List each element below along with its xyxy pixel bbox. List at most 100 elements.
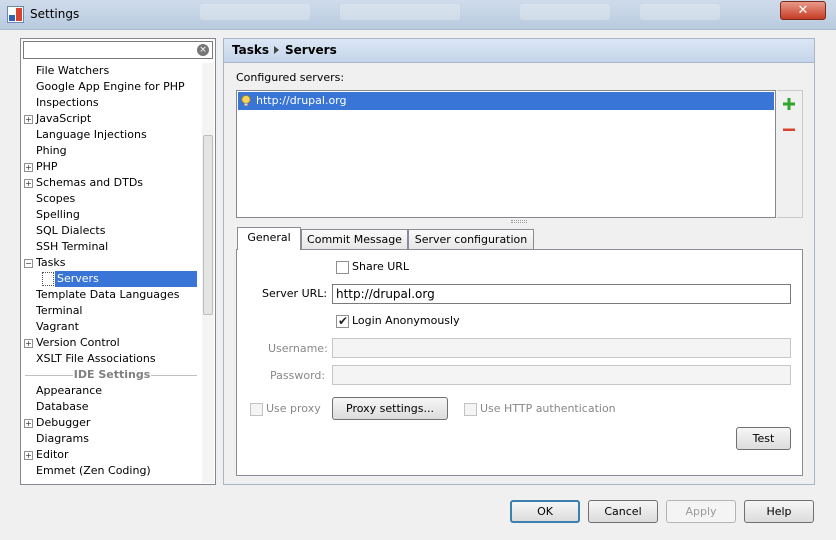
tree-item-label: Emmet (Zen Coding) bbox=[36, 464, 151, 477]
add-server-icon[interactable] bbox=[782, 97, 796, 111]
tree-item-sql-dialects[interactable]: SQL Dialects bbox=[21, 223, 203, 239]
tree-item-diagrams[interactable]: Diagrams bbox=[21, 431, 203, 447]
cancel-button[interactable]: Cancel bbox=[588, 500, 658, 523]
tree-item-servers[interactable]: Servers bbox=[21, 271, 203, 287]
tree-item-spelling[interactable]: Spelling bbox=[21, 207, 203, 223]
settings-window: Settings ✕ × File Watchers Google App Eng… bbox=[0, 0, 836, 540]
tree-item-inspections[interactable]: Inspections bbox=[21, 95, 203, 111]
use-proxy-label: Use proxy bbox=[266, 402, 321, 415]
expand-icon[interactable]: + bbox=[24, 115, 33, 124]
proxy-settings-button[interactable]: Proxy settings... bbox=[332, 397, 448, 420]
background-window-tab bbox=[200, 4, 310, 20]
focus-indicator bbox=[42, 272, 54, 286]
expand-icon[interactable]: + bbox=[24, 451, 33, 460]
tree-item-label: Version Control bbox=[36, 336, 120, 349]
breadcrumb: Tasks Servers bbox=[224, 39, 814, 63]
use-http-auth-label: Use HTTP authentication bbox=[480, 402, 616, 415]
settings-search-input[interactable]: × bbox=[23, 41, 213, 59]
login-anonymously-checkbox[interactable]: ✔ bbox=[336, 314, 349, 328]
close-window-button[interactable]: ✕ bbox=[780, 1, 826, 20]
tree-scrollbar-thumb[interactable] bbox=[203, 135, 213, 315]
apply-button[interactable]: Apply bbox=[666, 500, 736, 523]
tree-item-label: Servers bbox=[55, 271, 197, 287]
tree-item-label: Template Data Languages bbox=[36, 288, 180, 301]
tree-item-debugger[interactable]: + Debugger bbox=[21, 415, 203, 431]
tree-item-label: File Watchers bbox=[36, 64, 110, 77]
tree-item-label: Debugger bbox=[36, 416, 91, 429]
server-list-item[interactable]: http://drupal.org bbox=[238, 92, 774, 110]
tab-general[interactable]: General bbox=[237, 227, 301, 250]
tree-item-label: Spelling bbox=[36, 208, 80, 221]
tree-item-editor[interactable]: + Editor bbox=[21, 447, 203, 463]
tree-item-label: Database bbox=[36, 400, 89, 413]
use-proxy-checkbox[interactable] bbox=[250, 403, 263, 416]
tree-item-label: PHP bbox=[36, 160, 58, 173]
tree-item-label: Tasks bbox=[36, 256, 66, 269]
breadcrumb-parent: Tasks bbox=[232, 43, 270, 57]
share-url-label: Share URL bbox=[352, 260, 410, 273]
tree-item-label: SSH Terminal bbox=[36, 240, 109, 253]
tree-item-label: Diagrams bbox=[36, 432, 89, 445]
tree-item-php[interactable]: + PHP bbox=[21, 159, 203, 175]
background-window-tab bbox=[640, 4, 720, 20]
tree-item-template-data-languages[interactable]: Template Data Languages bbox=[21, 287, 203, 303]
expand-icon[interactable]: + bbox=[24, 163, 33, 172]
configured-servers-label: Configured servers: bbox=[236, 71, 345, 84]
background-window-tab bbox=[520, 4, 610, 20]
tree-item-language-injections[interactable]: Language Injections bbox=[21, 127, 203, 143]
tree-item-label: Inspections bbox=[36, 96, 99, 109]
tree-item-emmet-zen-coding-[interactable]: Emmet (Zen Coding) bbox=[21, 463, 203, 479]
tree-item-schemas-and-dtds[interactable]: + Schemas and DTDs bbox=[21, 175, 203, 191]
tree-item-google-app-engine-for-php[interactable]: Google App Engine for PHP bbox=[21, 79, 203, 95]
use-http-auth-checkbox[interactable] bbox=[464, 403, 477, 416]
configured-servers-list[interactable]: http://drupal.org bbox=[236, 90, 776, 223]
tab-server-configuration[interactable]: Server configuration bbox=[408, 229, 534, 250]
tree-item-label: Scopes bbox=[36, 192, 76, 205]
tree-item-label: Vagrant bbox=[36, 320, 79, 333]
breadcrumb-current: Servers bbox=[285, 43, 337, 57]
clear-search-icon[interactable]: × bbox=[197, 44, 209, 56]
tree-item-vagrant[interactable]: Vagrant bbox=[21, 319, 203, 335]
server-url-input[interactable]: http://drupal.org bbox=[332, 284, 791, 304]
server-icon bbox=[241, 95, 251, 107]
close-icon: ✕ bbox=[797, 3, 809, 18]
tree-item-tasks[interactable]: − Tasks bbox=[21, 255, 203, 271]
checkmark-icon: ✔ bbox=[338, 314, 349, 328]
tree-item-xslt-file-associations[interactable]: XSLT File Associations bbox=[21, 351, 203, 367]
tree-item-label: Appearance bbox=[36, 384, 103, 397]
tree-item-terminal[interactable]: Terminal bbox=[21, 303, 203, 319]
expand-icon[interactable]: + bbox=[24, 179, 33, 188]
tree-item-appearance[interactable]: Appearance bbox=[21, 383, 203, 399]
test-button[interactable]: Test bbox=[736, 427, 791, 450]
expand-icon[interactable]: + bbox=[24, 419, 33, 428]
tree-item-database[interactable]: Database bbox=[21, 399, 203, 415]
tree-scrollbar[interactable] bbox=[202, 63, 214, 483]
resize-grip-icon[interactable] bbox=[511, 220, 527, 223]
breadcrumb-arrow-icon bbox=[274, 46, 280, 54]
tree-item-label: Google App Engine for PHP bbox=[36, 80, 185, 93]
username-label: Username: bbox=[268, 342, 328, 355]
title-bar[interactable]: Settings ✕ bbox=[0, 0, 836, 30]
password-label: Password: bbox=[270, 369, 326, 382]
tree-item-ssh-terminal[interactable]: SSH Terminal bbox=[21, 239, 203, 255]
help-button[interactable]: Help bbox=[744, 500, 814, 523]
password-input[interactable] bbox=[332, 365, 791, 385]
tree-item-version-control[interactable]: + Version Control bbox=[21, 335, 203, 351]
collapse-icon[interactable]: − bbox=[24, 259, 33, 268]
expand-icon[interactable]: + bbox=[24, 339, 33, 348]
settings-tree-panel: × File Watchers Google App Engine for PHP… bbox=[20, 38, 216, 485]
window-title: Settings bbox=[30, 7, 80, 21]
phpstorm-app-icon bbox=[7, 6, 24, 23]
tree-item-phing[interactable]: Phing bbox=[21, 143, 203, 159]
background-window-tab bbox=[340, 4, 460, 20]
tree-item-label: Schemas and DTDs bbox=[36, 176, 144, 189]
remove-server-icon[interactable] bbox=[782, 123, 796, 137]
server-url-label: Server URL: bbox=[262, 287, 328, 300]
ok-button[interactable]: OK bbox=[510, 500, 580, 523]
tree-item-file-watchers[interactable]: File Watchers bbox=[21, 63, 203, 79]
tree-item-javascript[interactable]: + JavaScript bbox=[21, 111, 203, 127]
username-input[interactable] bbox=[332, 338, 791, 358]
tab-commit-message[interactable]: Commit Message bbox=[301, 229, 408, 250]
tree-item-scopes[interactable]: Scopes bbox=[21, 191, 203, 207]
share-url-checkbox[interactable] bbox=[336, 261, 349, 274]
